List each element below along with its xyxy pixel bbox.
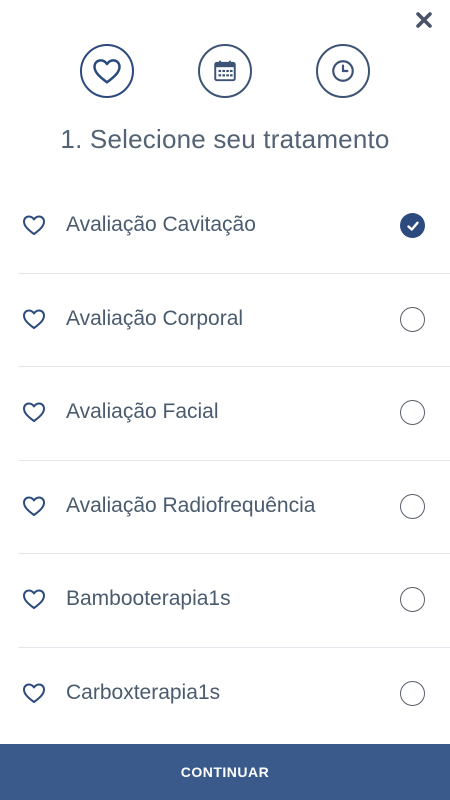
heart-icon	[23, 496, 45, 516]
heart-icon	[23, 402, 45, 422]
treatment-item[interactable]: Avaliação Cavitação	[18, 180, 450, 274]
treatment-list: Avaliação Cavitação Avaliação Corporal A…	[18, 180, 450, 741]
heart-icon	[23, 589, 45, 609]
step-treatment[interactable]	[80, 44, 134, 98]
treatment-radio[interactable]	[400, 306, 425, 332]
step-indicator	[0, 44, 450, 98]
treatment-label: Avaliação Radiofrequência	[66, 493, 316, 517]
treatment-item[interactable]: Carboxterapia1s	[18, 648, 450, 742]
step-time[interactable]	[316, 44, 370, 98]
treatment-item[interactable]: Bambooterapia1s	[18, 554, 450, 648]
treatment-radio-checked[interactable]	[400, 213, 425, 238]
heart-icon	[23, 309, 45, 329]
clock-icon	[332, 60, 354, 82]
calendar-icon	[214, 60, 236, 82]
treatment-radio[interactable]	[400, 493, 425, 519]
treatment-label: Bambooterapia1s	[66, 587, 231, 610]
treatment-label: Carboxterapia1s	[66, 680, 221, 704]
treatment-label: Avaliação Facial	[66, 400, 219, 423]
check-icon	[406, 221, 419, 231]
close-icon	[416, 12, 432, 28]
treatment-radio[interactable]	[400, 400, 425, 425]
heart-icon	[23, 215, 45, 235]
treatment-label: Avaliação Corporal	[66, 306, 244, 330]
treatment-item[interactable]: Avaliação Facial	[18, 367, 450, 461]
treatment-label: Avaliação Cavitação	[66, 213, 256, 236]
close-button[interactable]	[410, 6, 438, 34]
continue-button[interactable]: CONTINUAR	[0, 744, 450, 800]
treatment-radio[interactable]	[400, 680, 425, 706]
treatment-radio[interactable]	[400, 587, 425, 612]
step-date[interactable]	[198, 44, 252, 98]
treatment-item[interactable]: Avaliação Radiofrequência	[18, 461, 450, 554]
treatment-item[interactable]: Avaliação Corporal	[18, 274, 450, 367]
heart-icon	[93, 59, 121, 84]
heart-icon	[23, 683, 45, 703]
page-title: 1. Selecione seu tratamento	[60, 124, 390, 154]
